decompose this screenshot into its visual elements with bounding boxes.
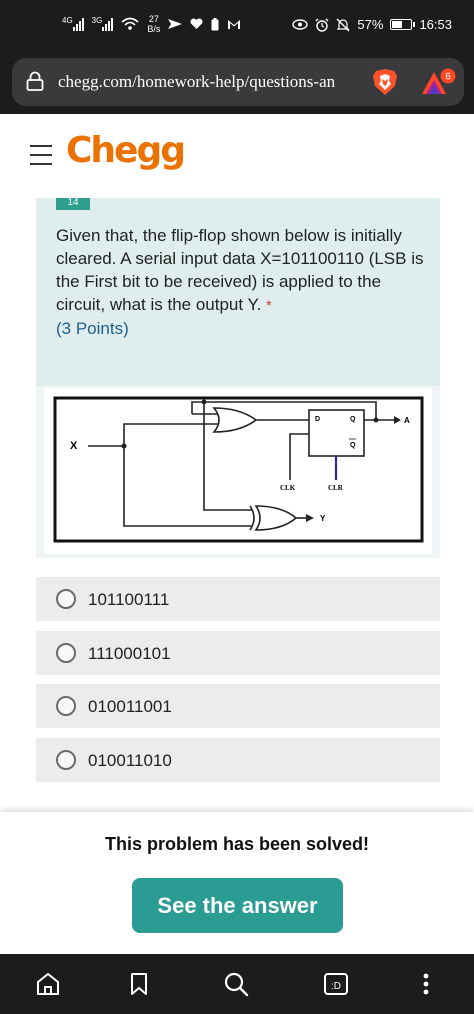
url-text[interactable]: chegg.com/homework-help/questions-an bbox=[58, 72, 358, 92]
circuit-image-container: X D Q Q A CLK CLR Y bbox=[36, 386, 440, 558]
signal-icon-1: 4G bbox=[62, 17, 84, 31]
solved-title: This problem has been solved! bbox=[104, 834, 370, 854]
wifi-icon bbox=[121, 17, 139, 30]
option-label-3[interactable]: 010011001 bbox=[88, 697, 172, 717]
lock-icon[interactable] bbox=[26, 71, 44, 91]
mute-icon bbox=[336, 18, 350, 31]
home-icon[interactable] bbox=[34, 970, 62, 998]
battery-percent: 57% bbox=[357, 17, 384, 32]
alarm-icon bbox=[315, 18, 329, 32]
see-answer-button[interactable]: See the answer bbox=[132, 878, 343, 933]
svg-text::D: :D bbox=[331, 981, 341, 992]
data-rate-unit: B/s bbox=[147, 24, 161, 34]
question-card: 14 Given that, the flip-flop shown below… bbox=[36, 198, 440, 386]
answer-option-1[interactable]: 101100111 bbox=[36, 577, 440, 621]
signal-icon-2: 3G bbox=[92, 17, 114, 31]
input-x-label: X bbox=[70, 440, 78, 452]
address-bar[interactable]: chegg.com/homework-help/questions-an 6 bbox=[12, 58, 464, 106]
hamburger-menu-icon[interactable] bbox=[30, 145, 52, 165]
flip-flop-circuit-diagram: X D Q Q A CLK CLR Y bbox=[53, 396, 424, 543]
browser-toolbar: chegg.com/homework-help/questions-an 6 bbox=[0, 56, 474, 114]
clk-label: CLK bbox=[280, 484, 296, 492]
network-type-2: 3G bbox=[91, 16, 103, 25]
ff-d-label: D bbox=[315, 416, 320, 423]
search-icon[interactable] bbox=[222, 970, 250, 998]
brave-rewards-icon[interactable]: 6 bbox=[420, 68, 460, 98]
option-label-1[interactable]: 101100111 bbox=[88, 590, 169, 610]
data-rate: 27 B/s bbox=[147, 14, 160, 34]
heart-app-icon bbox=[190, 18, 203, 29]
circuit-image: X D Q Q A CLK CLR Y bbox=[44, 388, 432, 554]
site-header: Chegg bbox=[0, 114, 474, 198]
question-points: (3 Points) bbox=[56, 319, 129, 338]
radio-button-3[interactable] bbox=[56, 696, 76, 716]
wire-clk bbox=[289, 433, 309, 480]
bookmark-icon[interactable] bbox=[125, 970, 153, 998]
tabs-icon[interactable]: :D bbox=[322, 970, 350, 998]
output-a-label: A bbox=[404, 416, 410, 425]
answer-option-3[interactable]: 010011001 bbox=[36, 684, 440, 728]
clr-label: CLR bbox=[328, 484, 344, 492]
status-bar: 4G 3G 27 B/s 57% 16:53 bbox=[0, 0, 474, 56]
chegg-logo[interactable]: Chegg bbox=[66, 130, 186, 171]
wire-x-to-xor bbox=[123, 446, 252, 527]
arrow-y bbox=[306, 514, 314, 522]
output-y-label: Y bbox=[320, 514, 326, 523]
radio-button-4[interactable] bbox=[56, 750, 76, 770]
arrow-a bbox=[394, 416, 401, 424]
status-right: 57% 16:53 bbox=[292, 17, 452, 32]
required-mark: * bbox=[266, 297, 272, 313]
brave-shield-icon[interactable] bbox=[372, 68, 398, 96]
eye-icon bbox=[292, 19, 309, 30]
menu-more-icon[interactable] bbox=[412, 970, 440, 998]
battery-saver-icon bbox=[211, 17, 219, 30]
answer-option-4[interactable]: 010011010 bbox=[36, 738, 440, 782]
clock-time: 16:53 bbox=[419, 17, 452, 32]
gmail-icon bbox=[228, 19, 241, 29]
or-gate bbox=[212, 407, 258, 433]
send-icon bbox=[168, 19, 183, 29]
rewards-badge-count: 6 bbox=[445, 72, 451, 83]
question-body: Given that, the flip-flop shown below is… bbox=[56, 224, 428, 340]
radio-button-2[interactable] bbox=[56, 643, 76, 663]
status-left: 4G 3G 27 B/s bbox=[62, 14, 241, 34]
data-rate-value: 27 bbox=[148, 14, 159, 24]
option-label-4[interactable]: 010011010 bbox=[88, 751, 172, 771]
solved-panel: This problem has been solved! See the an… bbox=[0, 812, 474, 954]
question-text: Given that, the flip-flop shown below is… bbox=[56, 226, 424, 314]
browser-bottom-nav: :D bbox=[0, 954, 474, 1014]
xor-gate bbox=[254, 505, 298, 531]
option-label-2[interactable]: 111000101 bbox=[88, 644, 171, 664]
answer-option-2[interactable]: 111000101 bbox=[36, 631, 440, 675]
question-number: 14 bbox=[56, 198, 90, 210]
ff-qbar-label: Q bbox=[350, 442, 356, 449]
ff-q-label: Q bbox=[350, 416, 356, 423]
radio-button-1[interactable] bbox=[56, 589, 76, 609]
wire-x-to-or bbox=[123, 423, 192, 446]
network-type-1: 4G bbox=[62, 16, 73, 25]
battery-icon bbox=[390, 19, 416, 30]
